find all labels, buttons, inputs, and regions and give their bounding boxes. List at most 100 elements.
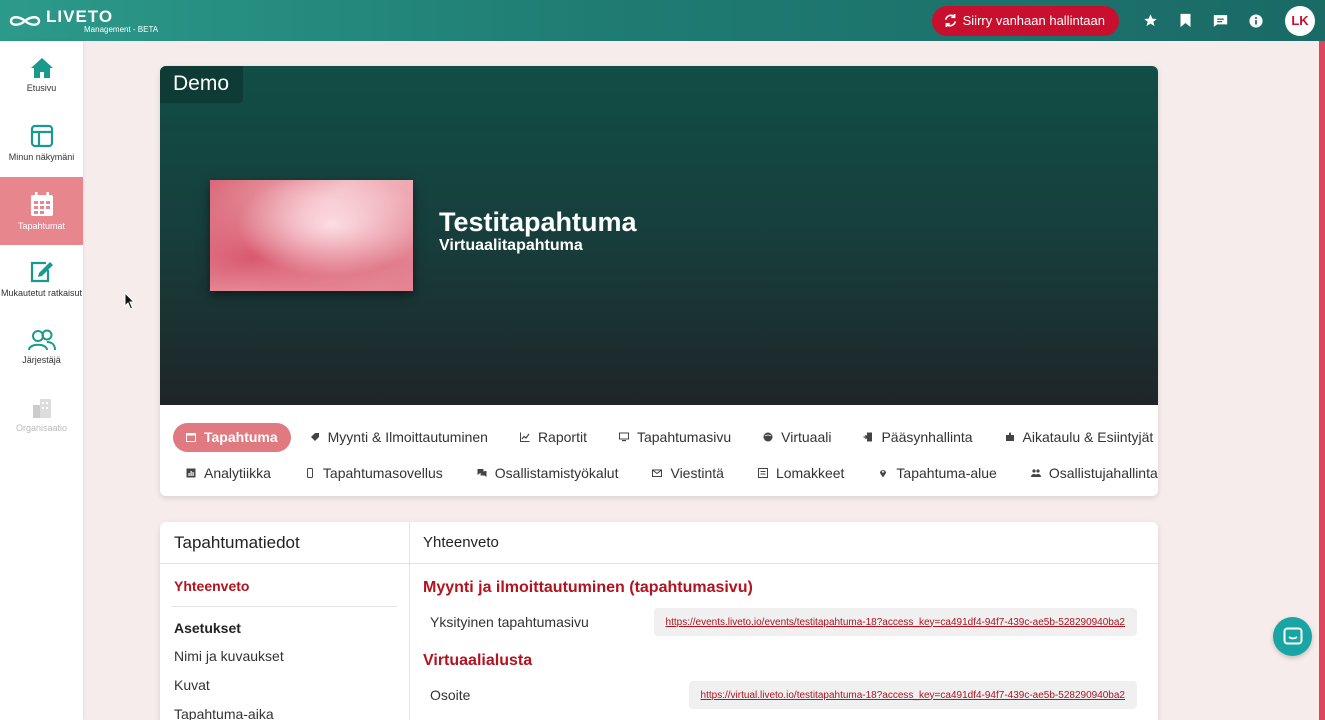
- tab-label: Tapahtuma: [204, 429, 278, 445]
- tab-lomakkeet[interactable]: Lomakkeet: [745, 459, 857, 488]
- sidebar-item-organisaatio: Organisaatio: [0, 381, 83, 449]
- people-icon: [1030, 468, 1041, 478]
- event-banner-card: Demo Testitapahtuma Virtuaalitapahtuma T…: [160, 66, 1158, 496]
- event-details-card: Tapahtumatiedot Yhteenveto Asetukset Nim…: [160, 522, 1158, 720]
- summary-title: Yhteenveto: [410, 522, 1158, 564]
- sidebar-item-tapahtumat[interactable]: Tapahtumat: [0, 177, 83, 245]
- virtual-address-link[interactable]: https://virtual.liveto.io/testitapahtuma…: [688, 681, 1137, 709]
- sidebar-item-label: Minun näkymäni: [8, 152, 75, 162]
- legacy-admin-button[interactable]: Siirry vanhaan hallintaan: [931, 5, 1119, 36]
- mouse-cursor-icon: [124, 292, 136, 310]
- sidebar-item-label: Etusivu: [26, 83, 57, 93]
- globe-icon: [763, 432, 773, 442]
- tab-virtuaali[interactable]: Virtuaali: [750, 423, 844, 452]
- calendar-icon: [30, 191, 53, 216]
- users-icon: [27, 329, 56, 351]
- infinity-logo-icon: [9, 15, 41, 26]
- tab-label: Myynti & Ilmoittautuminen: [327, 429, 488, 445]
- calendar-icon: [186, 432, 196, 442]
- sidebar-item-minun-nakymani[interactable]: Minun näkymäni: [0, 109, 83, 177]
- tab-label: Raportit: [537, 429, 587, 445]
- tab-osallistujahallinta[interactable]: Osallistujahallinta: [1018, 459, 1158, 488]
- section-title-virtuaalialusta: Virtuaalialusta: [423, 652, 533, 669]
- tab-myynti-ilmoittautuminen[interactable]: Myynti & Ilmoittautuminen: [297, 423, 501, 452]
- tab-label: Virtuaali: [781, 429, 832, 445]
- details-menu-title: Tapahtumatiedot: [160, 522, 409, 564]
- analytics-icon: [186, 468, 196, 478]
- sidebar-item-mukautetut-ratkaisut[interactable]: Mukautetut ratkaisut: [0, 245, 83, 313]
- tab-analytiikka[interactable]: Analytiikka: [173, 459, 284, 488]
- liveto-logo[interactable]: LIVETO Management - BETA: [8, 8, 158, 34]
- event-nav-row: Tapahtuma Myynti & Ilmoittautuminen Rapo…: [173, 419, 1158, 455]
- private-page-row: Yksityinen tapahtumasivu https://events.…: [410, 607, 1158, 637]
- info-icon[interactable]: [1238, 6, 1273, 36]
- virtual-address-label: Osoite: [430, 687, 471, 703]
- chart-icon: [519, 432, 530, 442]
- phone-icon: [305, 468, 315, 478]
- tag-icon: [310, 432, 320, 442]
- tab-osallistamistyokalut[interactable]: Osallistamistyökalut: [464, 459, 632, 488]
- tab-aikataulu-esiintyjat[interactable]: Aikataulu & Esiintyjät: [992, 423, 1158, 452]
- tab-label: Lomakkeet: [775, 465, 845, 481]
- tab-label: Tapahtuma-alue: [896, 465, 997, 481]
- building-icon: [32, 399, 51, 418]
- tab-label: Viestintä: [670, 465, 724, 481]
- sidebar-item-etusivu[interactable]: Etusivu: [0, 41, 83, 109]
- tab-paasynhallinta[interactable]: Pääsynhallinta: [850, 423, 985, 452]
- tab-tapahtuma[interactable]: Tapahtuma: [173, 422, 291, 452]
- top-bar: LIVETO Management - BETA Siirry vanhaan …: [0, 0, 1325, 41]
- demo-tag: Demo: [160, 66, 244, 103]
- door-icon: [863, 432, 873, 442]
- chat-icon: [477, 468, 487, 478]
- sidebar-item-jarjestaja[interactable]: Järjestäjä: [0, 313, 83, 381]
- form-icon: [757, 468, 768, 478]
- tab-label: Osallistujahallinta: [1048, 465, 1158, 481]
- scrollbar[interactable]: [1319, 41, 1325, 720]
- private-page-link[interactable]: https://events.liveto.io/events/testitap…: [653, 608, 1137, 636]
- sidebar-item-label: Mukautetut ratkaisut: [0, 288, 83, 298]
- menu-item-kuvat[interactable]: Kuvat: [160, 670, 409, 699]
- sidebar-item-label: Järjestäjä: [22, 355, 61, 365]
- menu-item-yhteenveto[interactable]: Yhteenveto: [160, 564, 409, 606]
- tab-label: Aikataulu & Esiintyjät: [1022, 429, 1154, 445]
- sidebar: Etusivu Minun näkymäni Tapahtumat Mukaut…: [0, 41, 83, 720]
- event-title: Testitapahtuma: [439, 207, 637, 237]
- menu-item-tapahtuma-aika[interactable]: Tapahtuma-aika: [160, 699, 409, 720]
- chat-button[interactable]: [1273, 617, 1312, 656]
- layout-icon: [30, 124, 53, 148]
- event-nav-row: Analytiikka Tapahtumasovellus Osallistam…: [173, 455, 1158, 491]
- event-image: [210, 180, 413, 291]
- tab-tapahtuma-alue[interactable]: Tapahtuma-alue: [865, 459, 1009, 488]
- edit-icon: [30, 261, 53, 283]
- menu-group-asetukset: Asetukset: [174, 620, 241, 636]
- tab-label: Analytiikka: [204, 465, 271, 481]
- tab-label: Tapahtumasivu: [636, 429, 732, 445]
- event-nav: Tapahtuma Myynti & Ilmoittautuminen Rapo…: [160, 405, 1158, 491]
- event-subtitle: Virtuaalitapahtuma: [439, 237, 583, 254]
- legacy-admin-label: Siirry vanhaan hallintaan: [962, 13, 1105, 28]
- virtual-address-row: Osoite https://virtual.liveto.io/testita…: [410, 680, 1158, 710]
- sidebar-item-label: Organisaatio: [15, 423, 68, 433]
- home-icon: [30, 58, 53, 78]
- star-icon[interactable]: [1133, 6, 1168, 36]
- tab-label: Pääsynhallinta: [881, 429, 973, 445]
- monitor-icon: [618, 432, 629, 442]
- summary-panel: Yhteenveto Myynti ja ilmoittautuminen (t…: [410, 522, 1158, 720]
- pin-icon: [878, 468, 888, 478]
- bookmark-icon[interactable]: [1168, 6, 1203, 36]
- sidebar-item-label: Tapahtumat: [17, 220, 66, 231]
- mail-icon: [652, 468, 663, 478]
- message-icon[interactable]: [1203, 6, 1238, 36]
- brand-name: LIVETO: [46, 6, 114, 26]
- refresh-icon: [944, 14, 956, 27]
- puzzle-icon: [1005, 432, 1015, 442]
- tab-tapahtumasovellus[interactable]: Tapahtumasovellus: [292, 459, 456, 488]
- tab-viestinta[interactable]: Viestintä: [639, 459, 736, 488]
- user-avatar[interactable]: LK: [1285, 5, 1315, 36]
- tab-tapahtumasivu[interactable]: Tapahtumasivu: [606, 423, 744, 452]
- details-menu: Tapahtumatiedot Yhteenveto Asetukset Nim…: [160, 522, 410, 720]
- tab-label: Osallistamistyökalut: [494, 465, 619, 481]
- tab-raportit[interactable]: Raportit: [507, 423, 600, 452]
- brand-subtitle: Management - BETA: [84, 24, 159, 34]
- menu-item-nimi-ja-kuvaukset[interactable]: Nimi ja kuvaukset: [160, 641, 409, 670]
